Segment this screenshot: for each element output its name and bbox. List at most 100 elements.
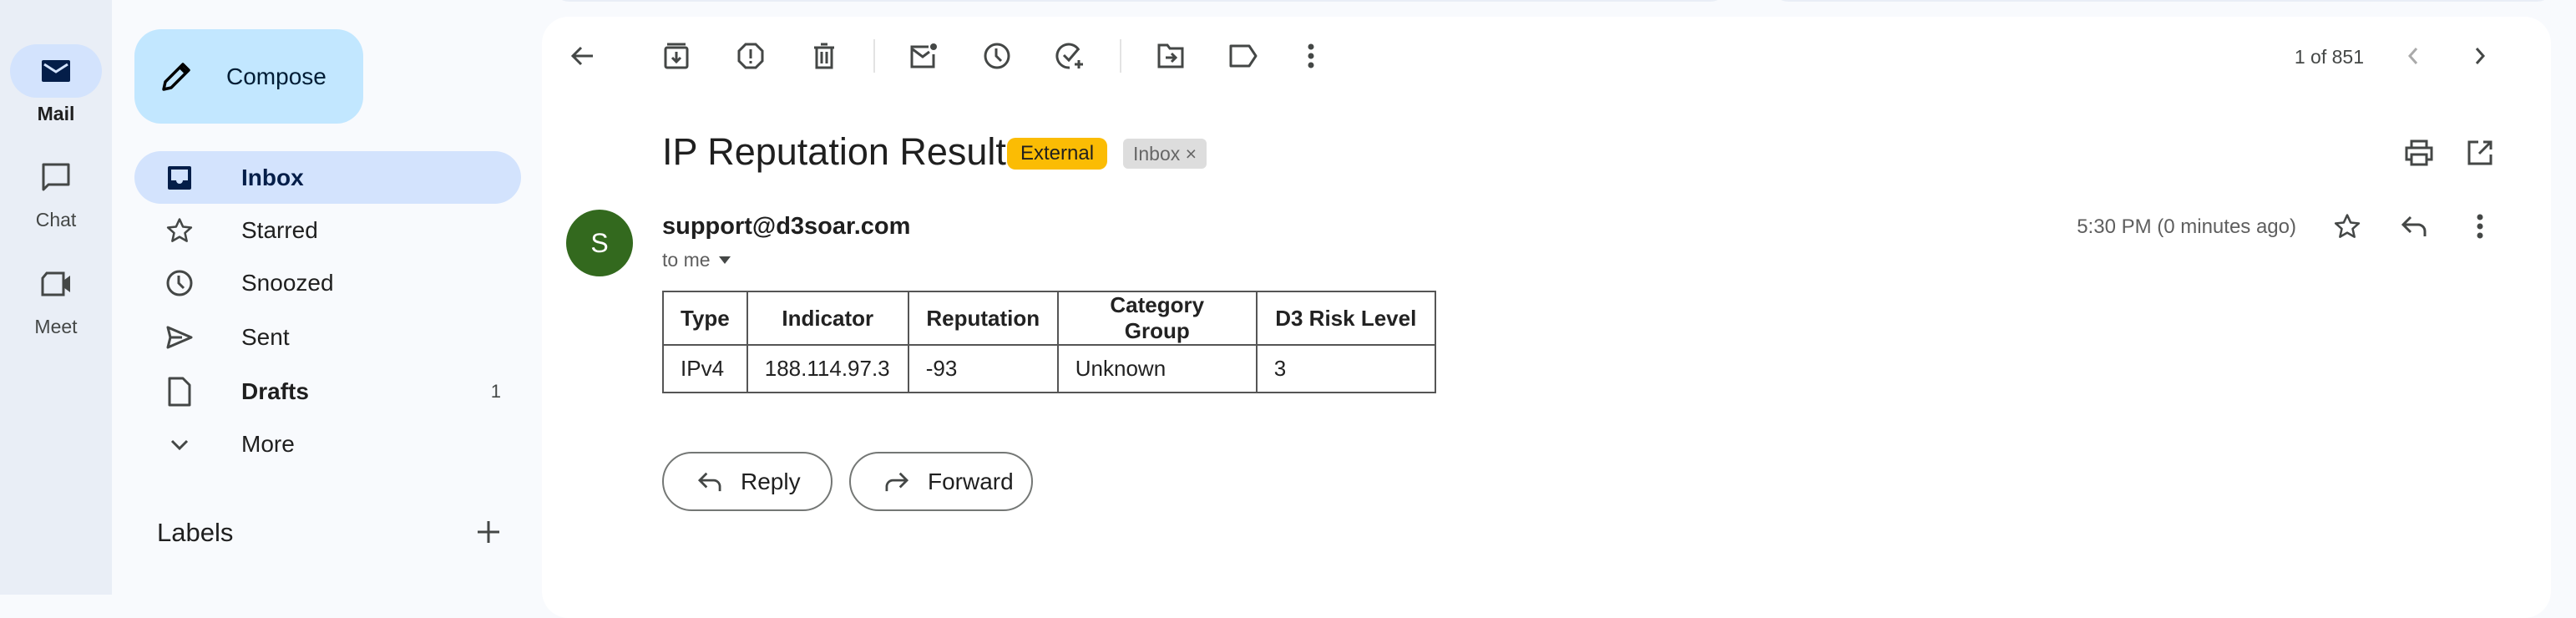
inbox-icon: [163, 165, 196, 191]
reputation-table: Type Indicator Reputation Category Group…: [662, 291, 1436, 393]
app-rail: Mail Chat Meet: [0, 0, 112, 595]
video-icon: [40, 271, 72, 297]
external-badge: External: [1007, 138, 1108, 170]
snooze-button[interactable]: [980, 39, 1014, 73]
email-timestamp: 5:30 PM (0 minutes ago): [2077, 215, 2296, 238]
inbox-label-chip: Inbox ×: [1123, 139, 1207, 169]
folder-move-icon: [1157, 43, 1184, 68]
draft-icon: [163, 377, 196, 407]
print-icon: [2405, 139, 2433, 166]
sidebar-item-snoozed[interactable]: Snoozed: [134, 256, 521, 309]
report-spam-button[interactable]: [734, 39, 767, 73]
label-icon: [1229, 44, 1258, 68]
trash-icon: [812, 43, 836, 69]
table-cell: IPv4: [662, 344, 748, 393]
star-icon: [163, 216, 196, 245]
sidebar-item-drafts[interactable]: Drafts 1: [134, 365, 521, 418]
sidebar-item-label: Sent: [241, 323, 290, 350]
sidebar-item-label: Inbox: [241, 164, 304, 190]
sidebar-item-sent[interactable]: Sent: [134, 311, 521, 363]
add-task-button[interactable]: [1054, 39, 1087, 73]
more-vert-icon: [2477, 214, 2483, 239]
chevron-right-icon: [2473, 46, 2487, 66]
rail-mail[interactable]: Mail: [0, 44, 112, 125]
archive-icon: [664, 43, 689, 69]
reply-icon: [697, 471, 722, 493]
recipient-label: to me: [662, 249, 711, 271]
send-icon: [163, 325, 196, 350]
pagination-count: 1 of 851: [2294, 46, 2364, 68]
remove-label-button[interactable]: ×: [1186, 143, 1197, 165]
chevron-left-icon: [2406, 46, 2420, 66]
reply-icon-button[interactable]: [2397, 210, 2431, 243]
reply-icon: [2401, 215, 2427, 238]
label-button[interactable]: [1227, 39, 1260, 73]
chip-label: Inbox: [1133, 143, 1181, 165]
caret-down-icon: [718, 256, 731, 265]
pencil-icon: [159, 60, 193, 94]
toolbar-divider: [1120, 39, 1121, 73]
back-button[interactable]: [566, 39, 600, 73]
more-vert-icon: [1308, 43, 1314, 68]
clock-icon: [983, 42, 1011, 70]
forward-icon: [884, 471, 909, 493]
rail-meet[interactable]: Meet: [0, 257, 112, 338]
compose-label: Compose: [226, 63, 326, 89]
table-cell: 3: [1255, 344, 1436, 393]
newer-button[interactable]: [2396, 39, 2430, 73]
more-options-button[interactable]: [1294, 39, 1328, 73]
forward-button[interactable]: Forward: [849, 452, 1033, 511]
table-cell: Unknown: [1056, 344, 1258, 393]
search-bar-edge: [551, 0, 1728, 2]
toolbar-divider: [873, 39, 875, 73]
sidebar-item-label: Drafts: [241, 377, 309, 404]
sidebar-item-label: More: [241, 430, 295, 457]
add-label-button[interactable]: [476, 519, 501, 545]
labels-heading: Labels: [157, 518, 234, 547]
rail-chat[interactable]: Chat: [0, 150, 112, 231]
star-button[interactable]: [2331, 210, 2364, 243]
open-new-window-button[interactable]: [2463, 136, 2497, 170]
add-task-icon: [1055, 42, 1086, 70]
mark-unread-icon: [910, 43, 939, 69]
rail-label: Meet: [34, 316, 78, 337]
table-header-row: Type Indicator Reputation Category Group…: [662, 291, 1436, 346]
forward-label: Forward: [928, 468, 1014, 494]
star-icon: [2333, 212, 2361, 241]
top-bar-edge: [1770, 0, 2555, 2]
column-header: Indicator: [746, 291, 909, 346]
spam-icon: [737, 43, 764, 69]
chevron-down-icon: [163, 438, 196, 451]
older-button[interactable]: [2463, 39, 2497, 73]
drafts-count: 1: [490, 380, 501, 402]
column-header: D3 Risk Level: [1255, 291, 1436, 346]
message-more-button[interactable]: [2463, 210, 2497, 243]
sidebar-item-starred[interactable]: Starred: [134, 204, 521, 256]
sidebar-item-label: Snoozed: [241, 269, 334, 296]
table-cell: 188.114.97.3: [746, 344, 909, 393]
reply-button[interactable]: Reply: [662, 452, 833, 511]
open-in-new-icon: [2467, 139, 2493, 166]
table-cell: -93: [907, 344, 1059, 393]
recipient-details[interactable]: to me: [662, 249, 731, 271]
rail-label: Chat: [35, 209, 77, 230]
arrow-left-icon: [569, 43, 596, 69]
archive-button[interactable]: [660, 39, 693, 73]
table-row: IPv4 188.114.97.3 -93 Unknown 3: [662, 344, 1436, 393]
chat-icon: [41, 162, 71, 192]
column-header: Reputation: [907, 291, 1059, 346]
sidebar-item-inbox[interactable]: Inbox: [134, 151, 521, 204]
mark-unread-button[interactable]: [908, 39, 941, 73]
avatar: S: [566, 210, 633, 276]
sidebar-item-more[interactable]: More: [134, 418, 521, 470]
mail-icon: [41, 59, 71, 83]
column-header: Type: [662, 291, 748, 346]
sidebar-item-label: Starred: [241, 216, 318, 243]
compose-button[interactable]: Compose: [134, 29, 363, 124]
column-header: Category Group: [1056, 291, 1258, 346]
print-button[interactable]: [2402, 136, 2436, 170]
rail-label: Mail: [37, 103, 75, 124]
delete-button[interactable]: [807, 39, 841, 73]
move-to-button[interactable]: [1154, 39, 1187, 73]
reply-label: Reply: [741, 468, 801, 494]
